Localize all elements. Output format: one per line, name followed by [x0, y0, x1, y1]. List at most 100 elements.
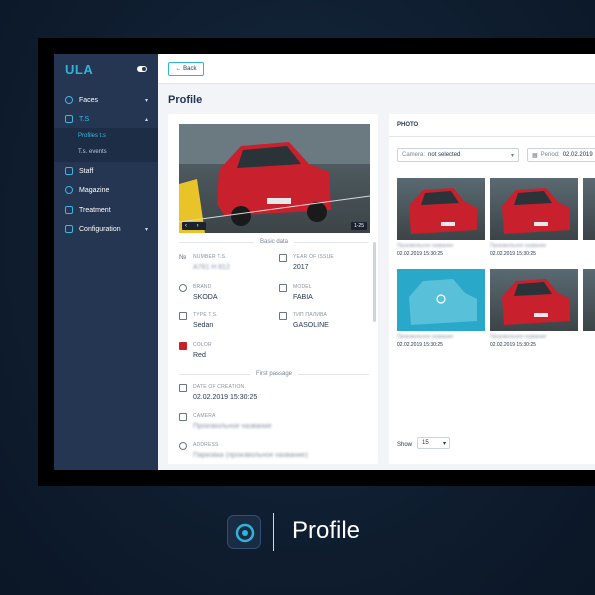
face-icon: [65, 96, 73, 104]
period-select[interactable]: ▦ Period: 02.02.2019: [527, 148, 595, 162]
car-thumb-image: [583, 269, 595, 331]
theme-toggle[interactable]: [137, 66, 147, 72]
section-basic-data: Basic data: [179, 238, 369, 246]
magazine-icon: [65, 186, 73, 194]
car-thumb-image: [502, 279, 570, 325]
thumb-caption: Произвольное название: [397, 334, 454, 340]
photo-thumb[interactable]: [490, 269, 578, 331]
config-icon: [65, 225, 73, 233]
thumb-caption: Произвольное название: [490, 334, 547, 340]
model-icon: [279, 284, 287, 292]
ts-submenu: Profiles t.s T.s. events: [54, 128, 158, 162]
sidebar-item-label: Magazine: [79, 186, 110, 194]
sidebar-item-label: Configuration: [79, 225, 121, 233]
photo-thumb[interactable]: [490, 178, 578, 240]
field-label: YEAR OF ISSUE: [293, 254, 334, 260]
select-value: 02.02.2019: [562, 152, 593, 158]
vehicle-photo[interactable]: ‹ › 1-25: [179, 124, 370, 233]
photo-thumb[interactable]: [583, 269, 595, 331]
thumb-date: 02.02.2019 15:30:25: [490, 251, 536, 257]
photo-title: PHOTO: [397, 122, 419, 128]
profile-card: ‹ › 1-25 Basic data № NUMBER T.S. A761 H…: [168, 114, 378, 464]
number-icon: №: [179, 254, 187, 261]
chevron-down-icon: ▾: [144, 226, 148, 233]
car-thumb-image: [409, 279, 477, 325]
field-value: 02.02.2019 15:30:25: [193, 394, 258, 401]
sidebar-item-label: T.S: [79, 115, 90, 123]
brand-separator: [273, 513, 274, 551]
app-logo: ULA: [65, 62, 94, 77]
sidebar: ULA Faces ▾ T.S ▴ Profiles t.s T.s. even…: [54, 54, 158, 470]
calendar-icon: [179, 384, 187, 392]
sidebar-item-staff[interactable]: Staff: [54, 162, 158, 180]
thumb-date: 02.02.2019 15:30:25: [490, 342, 536, 348]
car-thumb-image: [409, 188, 477, 234]
chevron-up-icon: ▴: [144, 116, 148, 123]
field-label: COLOR: [193, 342, 212, 348]
location-icon: [179, 442, 187, 450]
sidebar-item-label: Faces: [79, 96, 99, 104]
sidebar-item-configuration[interactable]: Configuration ▾: [54, 220, 158, 238]
sidebar-item-ts[interactable]: T.S ▴: [54, 110, 158, 128]
top-bar: ← Back: [158, 54, 595, 84]
truck-icon: [179, 312, 187, 320]
page-size-select[interactable]: 15 ▾: [417, 437, 450, 449]
back-button[interactable]: ← Back: [168, 62, 204, 76]
car-thumb-image: [583, 178, 595, 240]
show-label: Show: [397, 442, 413, 448]
photo-thumb-selected[interactable]: [397, 269, 485, 331]
car-image: [179, 124, 370, 233]
photo-card: PHOTO Camera: not selected ▾ ▦ Period: 0…: [389, 114, 595, 464]
section-label: First passage: [256, 371, 293, 377]
sidebar-item-label: Treatment: [79, 206, 111, 214]
thumb-date: 02.02.2019 15:30:25: [397, 342, 443, 348]
photo-thumb[interactable]: [583, 178, 595, 240]
camera-select[interactable]: Camera: not selected ▾: [397, 148, 519, 162]
thumb-date: 02.02.2019 15:30:25: [397, 251, 443, 257]
sidebar-item-faces[interactable]: Faces ▾: [54, 91, 158, 109]
staff-icon: [65, 167, 73, 175]
brand-title: Profile: [292, 517, 361, 544]
chevron-down-icon: ▾: [510, 153, 514, 159]
select-value: 15: [422, 440, 429, 446]
thumb-caption: Произвольное название: [397, 243, 454, 249]
treatment-icon: [65, 206, 73, 214]
color-swatch: [179, 342, 187, 350]
thumb-caption: Произвольное название: [490, 243, 547, 249]
field-value: SKODA: [193, 294, 218, 301]
camera-icon: [179, 413, 187, 421]
field-value: Sedan: [193, 322, 214, 329]
scrollbar[interactable]: [373, 242, 376, 322]
field-label: BRAND: [193, 284, 212, 290]
submenu-item-events[interactable]: T.s. events: [78, 149, 107, 155]
sidebar-item-treatment[interactable]: Treatment: [54, 201, 158, 219]
sidebar-item-magazine[interactable]: Magazine: [54, 181, 158, 199]
fuel-icon: [279, 312, 287, 320]
field-value: Парковка (произвольное название): [193, 452, 308, 459]
chevron-down-icon: ▾: [144, 97, 148, 104]
chevron-down-icon: ▾: [442, 441, 446, 447]
photo-nav-arrows[interactable]: ‹ ›: [182, 222, 206, 230]
section-label: Basic data: [259, 239, 289, 245]
divider: [389, 136, 595, 137]
car-thumb-image: [502, 188, 570, 234]
section-first-passage: First passage: [179, 370, 369, 378]
page-title: Profile: [168, 94, 203, 106]
submenu-item-profiles[interactable]: Profiles t.s: [78, 133, 106, 139]
brand-icon: [179, 284, 187, 292]
brand-logo-icon: [227, 515, 261, 549]
car-icon: [65, 115, 73, 123]
field-value: Произвольное название: [193, 423, 272, 430]
calendar-icon: [279, 254, 287, 262]
photo-thumb[interactable]: [397, 178, 485, 240]
field-value: A761 H 812: [193, 264, 230, 271]
field-value: Red: [193, 352, 206, 359]
field-label: ADDRESS: [193, 442, 219, 448]
select-label: Camera:: [402, 152, 426, 158]
field-label: DATE OF CREATION: [193, 384, 245, 390]
field-label: NUMBER T.S.: [193, 254, 227, 260]
select-value: not selected: [428, 152, 461, 158]
sidebar-item-label: Staff: [79, 167, 94, 175]
field-label: ТИП ПАЛИВА: [293, 312, 328, 318]
select-label: Period:: [540, 152, 560, 158]
